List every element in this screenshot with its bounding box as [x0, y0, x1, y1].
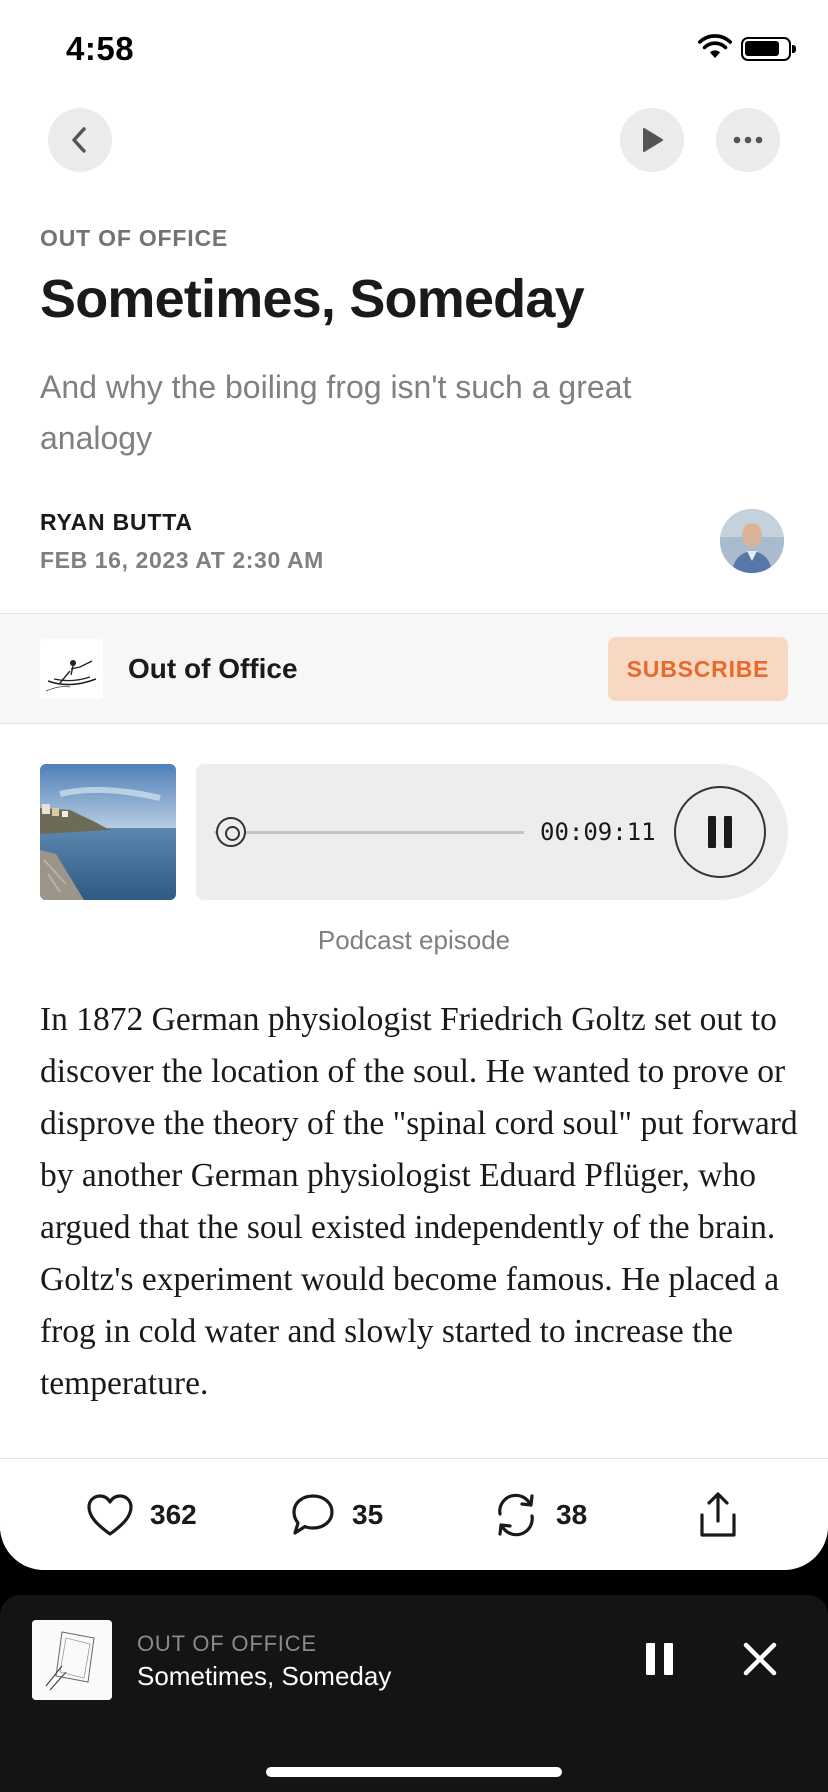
play-button[interactable] — [620, 108, 684, 172]
chevron-left-icon — [72, 127, 86, 153]
mini-player-kicker: OUT OF OFFICE — [137, 1631, 317, 1656]
mini-player[interactable]: OUT OF OFFICE Sometimes, Someday — [0, 1595, 828, 1792]
pause-icon-bar — [664, 1643, 673, 1675]
share-button[interactable] — [696, 1459, 740, 1570]
progress-track[interactable] — [214, 831, 524, 834]
like-count: 362 — [150, 1499, 197, 1530]
article-body: In 1872 German physiologist Friedrich Go… — [40, 1001, 798, 1402]
close-icon[interactable] — [740, 1639, 780, 1679]
publication-bar: Out of Office SUBSCRIBE — [0, 613, 828, 724]
wifi-icon — [698, 34, 732, 58]
coastline-photo — [40, 764, 176, 900]
comment-count: 35 — [352, 1499, 384, 1530]
play-icon — [643, 128, 663, 152]
mini-player-artwork — [32, 1620, 112, 1700]
more-icon — [733, 136, 763, 144]
status-time: 4:58 — [66, 30, 135, 67]
home-indicator — [266, 1767, 562, 1777]
action-bar: 362 35 38 — [0, 1458, 828, 1570]
post-date: FEB 16, 2023 AT 2:30 AM — [40, 547, 324, 573]
subscribe-button[interactable]: SUBSCRIBE — [608, 637, 788, 701]
post-subtitle: And why the boiling frog isn't such a gr… — [40, 369, 632, 456]
back-button[interactable] — [48, 108, 112, 172]
audio-player: 00:09:11 — [196, 764, 788, 900]
pause-icon-bar — [724, 816, 732, 848]
share-icon — [700, 1492, 736, 1537]
comment-icon — [292, 1494, 334, 1535]
sketch-artwork — [32, 1620, 112, 1700]
article-sheet: 4:58 OUT OF OFFICE Sometimes, Someday An… — [0, 0, 828, 1570]
avatar-photo — [720, 509, 784, 573]
heart-icon — [87, 1494, 133, 1536]
mini-pause-button[interactable] — [646, 1643, 682, 1675]
player-pause-button[interactable] — [674, 786, 766, 878]
publication-logo[interactable] — [40, 639, 103, 699]
mini-player-title: Sometimes, Someday — [137, 1661, 392, 1691]
author-name[interactable]: RYAN BUTTA — [40, 509, 193, 536]
battery-icon — [741, 37, 796, 61]
restack-count: 38 — [556, 1499, 588, 1530]
player-caption: Podcast episode — [317, 925, 511, 955]
like-button[interactable]: 362 — [86, 1459, 197, 1570]
scrubber-handle[interactable] — [216, 817, 247, 847]
author-avatar[interactable] — [720, 509, 784, 573]
restack-icon — [498, 1493, 534, 1537]
pause-icon — [646, 1643, 655, 1675]
pause-icon — [708, 816, 716, 848]
restack-button[interactable]: 38 — [492, 1459, 587, 1570]
playback-time: 00:09:11 — [540, 818, 656, 846]
more-button[interactable] — [716, 108, 780, 172]
episode-artwork — [40, 764, 176, 900]
comment-button[interactable]: 35 — [290, 1459, 383, 1570]
publication-kicker[interactable]: OUT OF OFFICE — [40, 225, 228, 252]
rowing-sketch-icon — [45, 660, 97, 692]
post-title: Sometimes, Someday — [40, 269, 585, 329]
publication-name[interactable]: Out of Office — [128, 653, 298, 685]
